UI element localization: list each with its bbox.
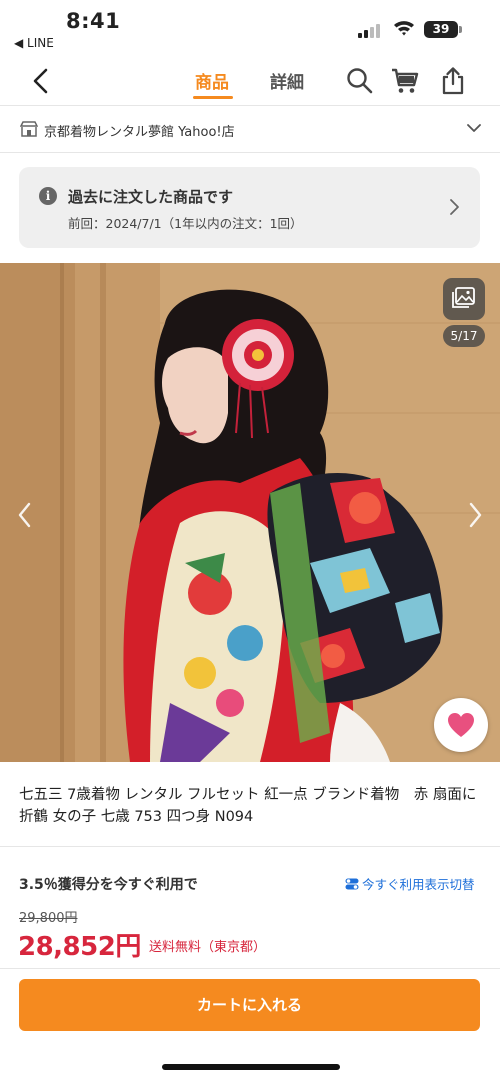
gallery-button[interactable] — [443, 278, 485, 320]
points-text: 3.5％獲得分を今すぐ利用で — [19, 877, 198, 893]
current-price: 28,852円 — [18, 932, 141, 962]
add-to-cart-button[interactable]: カートに入れる — [19, 979, 480, 1031]
favorite-button[interactable] — [434, 698, 488, 752]
status-bar: 8:41 ◀ LINE 39 — [0, 0, 500, 56]
next-image-arrow-icon[interactable] — [465, 500, 485, 530]
search-icon[interactable] — [345, 66, 375, 96]
home-indicator — [162, 1064, 340, 1070]
prev-image-arrow-icon[interactable] — [15, 500, 35, 530]
past-order-card[interactable]: i 過去に注文した商品です 前回：2024/7/1（1年以内の注文：1回） — [19, 167, 480, 248]
divider — [0, 968, 500, 969]
tab-product[interactable]: 商品 — [195, 68, 229, 93]
share-icon[interactable] — [438, 66, 468, 96]
cart-icon[interactable] — [390, 66, 420, 96]
nav-bar: 商品 詳細 — [0, 56, 500, 106]
chevron-down-icon[interactable] — [466, 121, 482, 135]
toggle-icon — [345, 878, 359, 890]
battery-tip — [459, 26, 462, 33]
store-row[interactable]: 京都着物レンタル夢館 Yahoo!店 — [0, 107, 500, 153]
info-icon: i — [39, 187, 57, 205]
store-icon — [20, 121, 38, 137]
store-name: 京都着物レンタル夢館 Yahoo!店 — [44, 125, 235, 140]
tab-details[interactable]: 詳細 — [270, 68, 304, 93]
points-toggle-label: 今すぐ利用表示切替 — [362, 877, 475, 892]
kimono-photo — [0, 263, 500, 762]
product-title: 七五三 7歳着物 レンタル フルセット 紅一点 ブランド着物 赤 扇面に折鶴 女… — [19, 787, 477, 825]
tab-active-indicator — [193, 96, 233, 99]
back-to-app-link[interactable]: ◀ LINE — [14, 36, 54, 50]
wifi-icon — [394, 21, 414, 36]
divider — [0, 846, 500, 847]
back-chevron-icon[interactable] — [28, 66, 54, 96]
image-counter: 5/17 — [443, 325, 485, 347]
past-order-subtitle: 前回：2024/7/1（1年以内の注文：1回） — [68, 216, 303, 231]
shipping-info: 送料無料（東京都） — [149, 940, 267, 955]
status-time: 8:41 — [66, 9, 121, 33]
battery-icon: 39 — [424, 21, 458, 38]
chevron-right-icon — [450, 199, 459, 215]
heart-icon — [448, 713, 474, 737]
original-price: 29,800円 — [19, 911, 78, 926]
past-order-title: 過去に注文した商品です — [68, 188, 234, 206]
points-toggle-link[interactable]: 今すぐ利用表示切替 — [345, 874, 475, 893]
product-image[interactable]: 5/17 — [0, 263, 500, 762]
gallery-icon — [452, 287, 475, 308]
cellular-signal-icon — [358, 22, 384, 38]
